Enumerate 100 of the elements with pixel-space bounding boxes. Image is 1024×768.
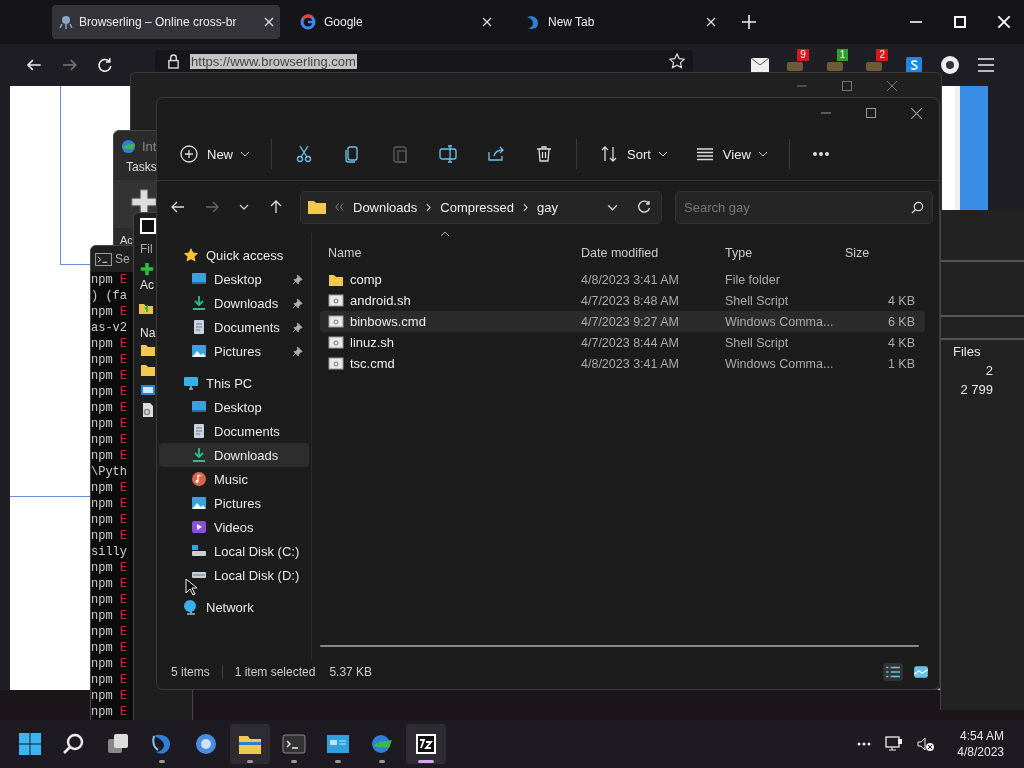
clock-date[interactable]: 4/8/2023 <box>957 744 1004 760</box>
file-row[interactable]: linuz.sh 4/7/2023 8:44 AM Shell Script 4 KB <box>320 332 925 353</box>
tiles-view-icon[interactable] <box>911 663 931 681</box>
nav-item[interactable]: Quick access <box>159 243 309 267</box>
reload-icon[interactable] <box>97 57 114 73</box>
nav-item[interactable]: This PC <box>159 371 309 395</box>
details-view-icon[interactable] <box>883 663 903 681</box>
browser-tab[interactable]: Browserling – Online cross-br <box>52 5 280 39</box>
nav-item[interactable]: Pictures <box>159 491 309 515</box>
nav-item[interactable]: Documents <box>159 315 309 339</box>
muted-speaker-icon[interactable] <box>917 736 936 752</box>
extension-button[interactable]: 2 <box>866 49 888 71</box>
menu-icon[interactable] <box>978 58 994 72</box>
terminal-line: as-v2 <box>91 320 127 336</box>
close-icon[interactable] <box>911 107 922 119</box>
column-header[interactable]: Type <box>725 246 835 260</box>
address-bar[interactable]: https://www.browserling.com <box>155 50 694 72</box>
file-name: linuz.sh <box>350 335 395 350</box>
network-icon[interactable] <box>885 736 904 752</box>
browser-tab[interactable]: Google <box>294 5 504 39</box>
count-badge: 1 <box>836 49 849 61</box>
terminal-line: npm E <box>91 576 127 592</box>
forward-icon[interactable] <box>61 57 78 73</box>
nav-item[interactable]: Desktop <box>159 267 309 291</box>
taskbar-app[interactable] <box>230 724 270 764</box>
taskbar-app[interactable] <box>406 724 446 764</box>
mail-icon[interactable] <box>751 58 770 72</box>
settings-icon <box>140 402 156 418</box>
count-badge: 9 <box>797 49 809 61</box>
nav-item[interactable]: Network <box>159 595 309 619</box>
nav-item[interactable]: Music <box>159 467 309 491</box>
file-row[interactable]: tsc.cmd 4/8/2023 3:41 AM Windows Comma... 1 KB <box>320 353 925 374</box>
refresh-icon[interactable] <box>637 200 651 214</box>
address-bar[interactable]: Downloads Compressed gay <box>300 190 662 224</box>
terminal-line: silly <box>91 544 127 560</box>
robot-icon <box>58 14 74 30</box>
back-icon[interactable] <box>171 200 185 214</box>
up-arrow-icon[interactable] <box>269 200 283 214</box>
nav-item[interactable]: Local Disk (C:) <box>159 539 309 563</box>
column-header[interactable]: Date modified <box>581 246 725 260</box>
folder-icon <box>140 362 156 378</box>
sort-icon <box>599 144 619 164</box>
documents-icon <box>191 319 207 335</box>
nav-item[interactable]: Pictures <box>159 339 309 363</box>
star-icon <box>183 247 199 263</box>
forward-icon[interactable] <box>205 200 219 214</box>
breadcrumb-item[interactable]: Compressed <box>440 199 515 215</box>
terminal-icon <box>282 732 306 756</box>
menu-item[interactable]: Fil <box>140 242 153 256</box>
view-button[interactable]: View <box>690 140 771 168</box>
eye-icon[interactable] <box>940 55 960 75</box>
search-field[interactable]: Search gay <box>675 190 933 224</box>
more-icon <box>811 152 830 156</box>
terminal-line: npm E <box>91 352 127 368</box>
terminal-line: npm E <box>91 400 127 416</box>
bookmark-star-icon[interactable] <box>669 53 686 69</box>
more-icon[interactable] <box>857 742 872 746</box>
script-icon <box>328 355 344 372</box>
nav-item[interactable]: Downloads <box>159 443 309 467</box>
chevron-icon[interactable] <box>607 203 618 211</box>
nav-item[interactable]: Downloads <box>159 291 309 315</box>
task-view-icon <box>106 732 130 756</box>
file-row[interactable]: binbows.cmd 4/7/2023 9:27 AM Windows Comma... 6 KB <box>320 311 925 332</box>
terminal-line: npm E <box>91 480 127 496</box>
nav-item[interactable]: Local Disk (D:) <box>159 563 309 587</box>
downloads-icon <box>191 447 207 463</box>
back-icon[interactable] <box>26 57 42 73</box>
nav-item[interactable]: Desktop <box>159 395 309 419</box>
menu-item[interactable]: Tasks <box>126 160 157 174</box>
file-row[interactable]: comp 4/8/2023 3:41 AM File folder <box>320 269 925 290</box>
pc-icon <box>183 375 199 391</box>
chevron-icon[interactable] <box>239 204 249 210</box>
column-header[interactable]: Name <box>320 246 581 260</box>
terminal-icon <box>95 252 112 266</box>
download-app-icon <box>370 732 394 756</box>
clock-time[interactable]: 4:54 AM <box>959 728 1004 744</box>
terminal-line: npm E <box>91 304 127 320</box>
window-title: Int <box>142 138 157 154</box>
maximize-icon[interactable] <box>866 108 876 118</box>
nav-item[interactable]: Documents <box>159 419 309 443</box>
count-badge: 2 <box>876 49 888 61</box>
new-tab-icon[interactable] <box>742 15 756 29</box>
videos-icon <box>191 519 207 535</box>
browser-tab[interactable]: New Tab <box>518 5 728 39</box>
column-header[interactable]: Size <box>835 246 925 260</box>
scrollbar[interactable] <box>320 645 919 647</box>
terminal-line: npm E <box>91 624 127 640</box>
file-name: tsc.cmd <box>350 356 395 371</box>
file-row[interactable]: android.sh 4/7/2023 8:48 AM Shell Script 4 KB <box>320 290 925 311</box>
nav-item[interactable]: Videos <box>159 515 309 539</box>
toolbar-button[interactable]: Ac <box>140 262 154 292</box>
breadcrumb-item[interactable]: gay <box>537 199 558 215</box>
sort-caret-icon[interactable] <box>440 231 450 237</box>
new-button[interactable]: New <box>175 140 253 168</box>
extension-button[interactable]: 9 <box>787 49 809 71</box>
sort-button[interactable]: Sort <box>595 140 671 168</box>
button-label[interactable]: Ac <box>120 234 133 246</box>
terminal-line: npm E <box>91 608 127 624</box>
breadcrumb-item[interactable]: Downloads <box>353 199 418 215</box>
s-tile-icon[interactable] <box>906 57 922 73</box>
